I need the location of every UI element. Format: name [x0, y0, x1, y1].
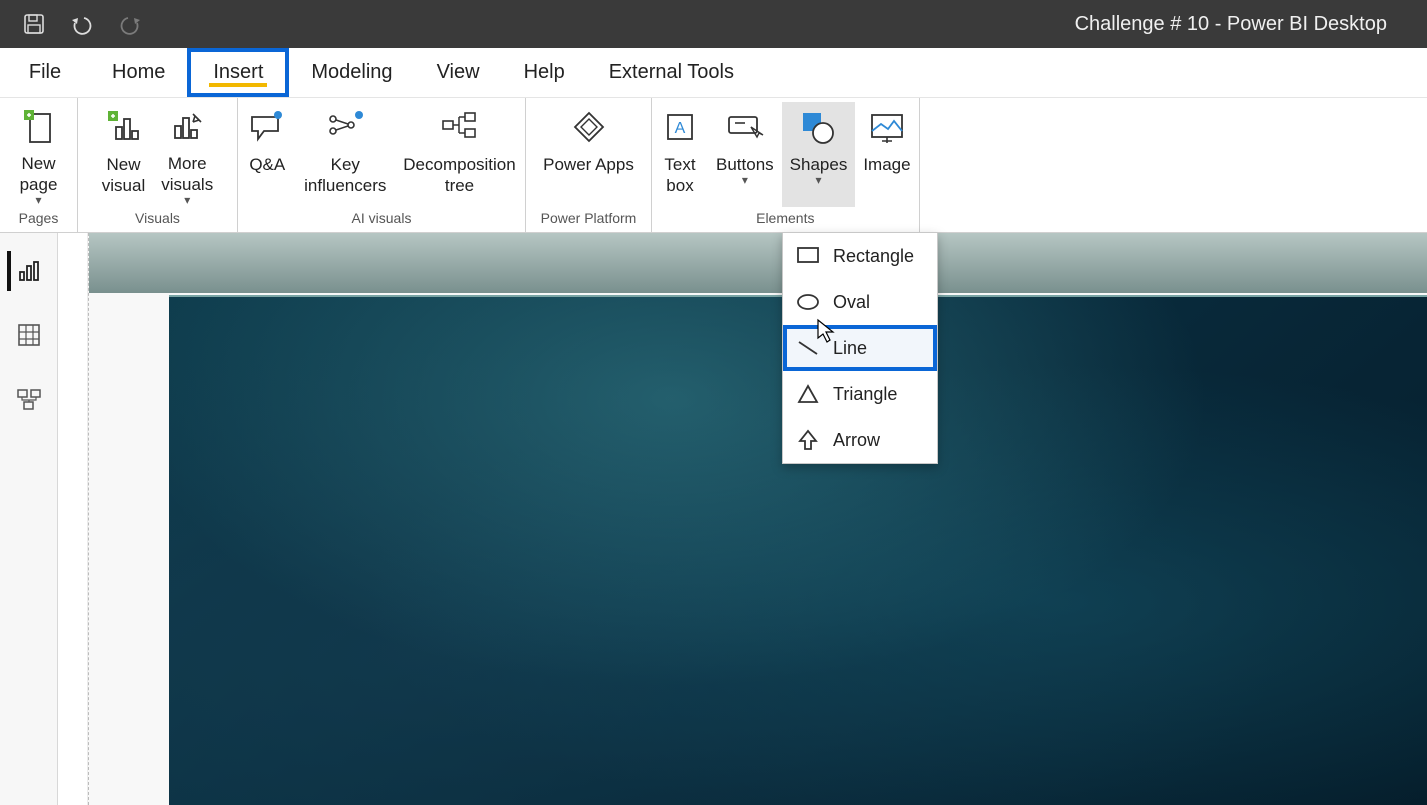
group-label: Pages — [19, 207, 59, 229]
svg-text:A: A — [675, 120, 686, 137]
more-visuals-icon — [169, 104, 205, 151]
button-label: New page — [20, 153, 58, 196]
undo-button[interactable] — [70, 12, 94, 36]
button-label: Buttons — [716, 154, 774, 175]
more-visuals-button[interactable]: More visuals ▾ — [153, 102, 221, 207]
undo-icon — [70, 13, 94, 35]
decomposition-tree-icon — [439, 104, 479, 152]
button-label: More visuals — [161, 153, 213, 196]
group-label: Elements — [756, 207, 814, 229]
button-label: Q&A — [249, 154, 285, 175]
new-visual-button[interactable]: New visual — [94, 102, 153, 207]
active-tab-underline — [209, 83, 267, 87]
text-box-button[interactable]: A Text box — [652, 102, 708, 207]
chevron-down-icon: ▾ — [815, 173, 821, 187]
tab-label: Insert — [213, 61, 263, 84]
buttons-button[interactable]: Buttons ▾ — [708, 102, 782, 207]
qa-icon — [248, 104, 286, 152]
ribbon-group-visuals: New visual More visuals ▾ Visuals — [78, 98, 238, 232]
data-view-icon — [16, 322, 42, 348]
workspace — [0, 233, 1427, 805]
scroll-gutter[interactable] — [58, 233, 88, 805]
tab-view[interactable]: View — [415, 48, 502, 97]
redo-button[interactable] — [118, 12, 142, 36]
menuitem-label: Line — [833, 338, 867, 359]
menuitem-label: Triangle — [833, 384, 897, 405]
menuitem-label: Arrow — [833, 430, 880, 451]
shape-arrow-item[interactable]: Arrow — [783, 417, 937, 463]
ribbon-group-elements: A Text box Buttons ▾ — [652, 98, 920, 232]
qa-button[interactable]: Q&A — [239, 102, 295, 207]
arrow-icon — [797, 429, 819, 451]
group-label: Visuals — [135, 207, 180, 229]
tab-file[interactable]: File — [0, 48, 90, 97]
shape-triangle-item[interactable]: Triangle — [783, 371, 937, 417]
button-label: New visual — [102, 154, 145, 197]
rectangle-icon — [797, 245, 819, 267]
group-label: Power Platform — [541, 207, 637, 229]
oval-icon — [797, 291, 819, 313]
new-visual-icon — [106, 104, 142, 152]
text-box-icon: A — [662, 104, 698, 152]
tab-insert[interactable]: Insert — [187, 48, 289, 97]
decomposition-tree-button[interactable]: Decomposition tree — [395, 102, 523, 207]
model-view-icon — [16, 386, 42, 412]
data-view-button[interactable] — [9, 315, 49, 355]
button-label: Shapes — [790, 154, 848, 175]
image-button[interactable]: Image — [855, 102, 918, 207]
button-label: Text box — [664, 154, 695, 197]
menuitem-label: Oval — [833, 292, 870, 313]
tab-modeling[interactable]: Modeling — [289, 48, 414, 97]
key-influencers-button[interactable]: Key influencers — [295, 102, 395, 207]
buttons-icon — [725, 104, 765, 152]
tab-help[interactable]: Help — [502, 48, 587, 97]
button-label: Decomposition tree — [403, 154, 515, 197]
key-influencers-icon — [325, 104, 365, 152]
chevron-down-icon: ▾ — [742, 173, 748, 187]
triangle-icon — [797, 383, 819, 405]
new-page-icon — [22, 104, 56, 151]
view-switcher — [0, 233, 58, 805]
power-apps-icon — [569, 104, 609, 152]
chevron-down-icon: ▾ — [184, 193, 190, 207]
button-label: Image — [863, 154, 910, 175]
shape-rectangle-item[interactable]: Rectangle — [783, 233, 937, 279]
image-icon — [868, 104, 906, 152]
shapes-icon — [799, 104, 837, 152]
report-view-button[interactable] — [7, 251, 47, 291]
line-icon — [797, 337, 819, 359]
quick-access-toolbar — [0, 12, 142, 36]
group-label: AI visuals — [352, 207, 412, 229]
save-icon — [23, 13, 45, 35]
canvas-background-top — [89, 233, 1427, 293]
shape-line-item[interactable]: Line — [783, 325, 937, 371]
redo-icon — [118, 13, 142, 35]
button-label: Power Apps — [543, 154, 634, 175]
menuitem-label: Rectangle — [833, 246, 914, 267]
report-view-icon — [16, 258, 42, 284]
ribbon-group-power-platform: Power Apps Power Platform — [526, 98, 652, 232]
tab-home[interactable]: Home — [90, 48, 187, 97]
shapes-button[interactable]: Shapes ▾ — [782, 102, 856, 207]
shapes-dropdown-menu: Rectangle Oval Line Triangle Arrow — [782, 232, 938, 464]
save-button[interactable] — [22, 12, 46, 36]
model-view-button[interactable] — [9, 379, 49, 419]
chevron-down-icon: ▾ — [35, 193, 41, 207]
titlebar: Challenge # 10 - Power BI Desktop — [0, 0, 1427, 48]
new-page-button[interactable]: New page ▾ — [11, 102, 67, 207]
ribbon: New page ▾ Pages New visual — [0, 98, 1427, 233]
shape-oval-item[interactable]: Oval — [783, 279, 937, 325]
ribbon-group-pages: New page ▾ Pages — [0, 98, 78, 232]
report-canvas[interactable] — [88, 233, 1427, 805]
power-apps-button[interactable]: Power Apps — [534, 102, 644, 207]
ribbon-group-ai-visuals: Q&A Key influencers — [238, 98, 526, 232]
tab-external-tools[interactable]: External Tools — [587, 48, 756, 97]
button-label: Key influencers — [304, 154, 386, 197]
ribbon-tabstrip: File Home Insert Modeling View Help Exte… — [0, 48, 1427, 98]
window-title: Challenge # 10 - Power BI Desktop — [1075, 13, 1387, 36]
